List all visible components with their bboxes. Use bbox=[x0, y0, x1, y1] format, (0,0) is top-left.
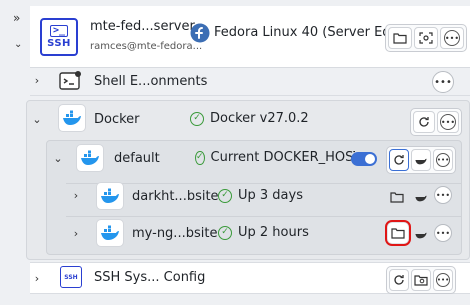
more-options-icon[interactable]: ••• bbox=[433, 269, 453, 291]
fedora-icon bbox=[190, 23, 210, 43]
shell-label: Shell E...onments bbox=[94, 74, 208, 89]
ssh-logo: >_ SSH bbox=[40, 18, 78, 56]
chevron-right-icon[interactable]: › bbox=[31, 74, 43, 87]
container-status: ✓ Up 3 days bbox=[218, 188, 303, 203]
container-status: ✓ Up 2 hours bbox=[218, 225, 309, 240]
chevron-down-icon[interactable]: ⌄ bbox=[31, 113, 43, 126]
docker-actions: ••• bbox=[410, 108, 462, 136]
ssh-icon: SSH bbox=[60, 266, 82, 288]
context-label: default bbox=[114, 151, 160, 166]
check-circle-icon: ✓ bbox=[218, 225, 232, 240]
chevron-right-icon[interactable]: › bbox=[70, 189, 82, 202]
folder-icon[interactable] bbox=[385, 220, 411, 246]
more-options-icon[interactable]: ••• bbox=[433, 149, 453, 171]
container-status-text: Up 3 days bbox=[238, 188, 303, 203]
check-circle-icon: ✓ bbox=[195, 150, 205, 165]
docker-whale-icon[interactable] bbox=[410, 223, 432, 245]
os-label: Fedora Linux 40 (Server Edit... bbox=[214, 25, 412, 40]
container-label: darkht...bsite bbox=[132, 189, 219, 204]
docker-icon bbox=[76, 144, 104, 172]
check-circle-icon: ✓ bbox=[190, 111, 204, 126]
chevron-right-icon[interactable]: › bbox=[70, 227, 82, 240]
collapse-sidebar-icon[interactable]: » bbox=[13, 12, 20, 24]
ssh-icon-label: SSH bbox=[64, 273, 78, 281]
more-options-icon[interactable]: ••• bbox=[440, 27, 464, 49]
check-circle-icon: ✓ bbox=[218, 188, 232, 203]
docker-status: ✓ Docker v27.0.2 bbox=[190, 111, 309, 126]
context-status: ✓ Current DOCKER_HOST ba... bbox=[195, 150, 355, 165]
folder-icon[interactable] bbox=[386, 186, 408, 208]
terminal-icon bbox=[58, 70, 84, 94]
docker-icon bbox=[96, 182, 124, 210]
connection-subtitle: ramces@mte-fedora... bbox=[90, 41, 203, 52]
more-options-icon[interactable]: ••• bbox=[437, 111, 459, 133]
screen-capture-icon[interactable] bbox=[414, 27, 438, 49]
chevron-down-icon[interactable]: ⌄ bbox=[14, 39, 22, 51]
docker-version: Docker v27.0.2 bbox=[210, 111, 309, 126]
chevron-right-icon[interactable]: › bbox=[31, 272, 43, 285]
docker-icon bbox=[96, 219, 124, 247]
folder-search-icon[interactable] bbox=[411, 269, 431, 291]
connection-header: >_ SSH mte-fed...server ramces@mte-fedor… bbox=[30, 6, 470, 68]
folder-icon[interactable] bbox=[388, 27, 412, 49]
context-status-text: Current DOCKER_HOST ba... bbox=[210, 150, 355, 165]
context-toggle[interactable] bbox=[351, 152, 377, 166]
ssh-config-actions: ••• bbox=[386, 266, 456, 294]
more-options-icon[interactable]: ••• bbox=[432, 71, 454, 93]
container-label: my-ng...bsite bbox=[132, 226, 218, 241]
docker-icon bbox=[58, 104, 86, 132]
header-actions: ••• bbox=[385, 24, 467, 52]
divider bbox=[66, 183, 462, 184]
chevron-down-icon[interactable]: ⌄ bbox=[52, 152, 64, 165]
context-actions: ••• bbox=[386, 146, 456, 174]
more-options-icon[interactable]: ••• bbox=[434, 224, 452, 242]
connection-title: mte-fed...server bbox=[90, 19, 195, 34]
refresh-icon[interactable] bbox=[413, 111, 435, 133]
docker-label: Docker bbox=[94, 112, 140, 127]
refresh-icon[interactable] bbox=[389, 149, 409, 171]
refresh-icon[interactable] bbox=[389, 269, 409, 291]
container-status-text: Up 2 hours bbox=[238, 225, 309, 240]
more-options-icon[interactable]: ••• bbox=[434, 186, 452, 204]
docker-whale-icon[interactable] bbox=[410, 186, 432, 208]
docker-whale-icon[interactable] bbox=[411, 149, 431, 171]
divider bbox=[66, 216, 462, 217]
ssh-config-label: SSH Sys... Config bbox=[94, 270, 206, 285]
